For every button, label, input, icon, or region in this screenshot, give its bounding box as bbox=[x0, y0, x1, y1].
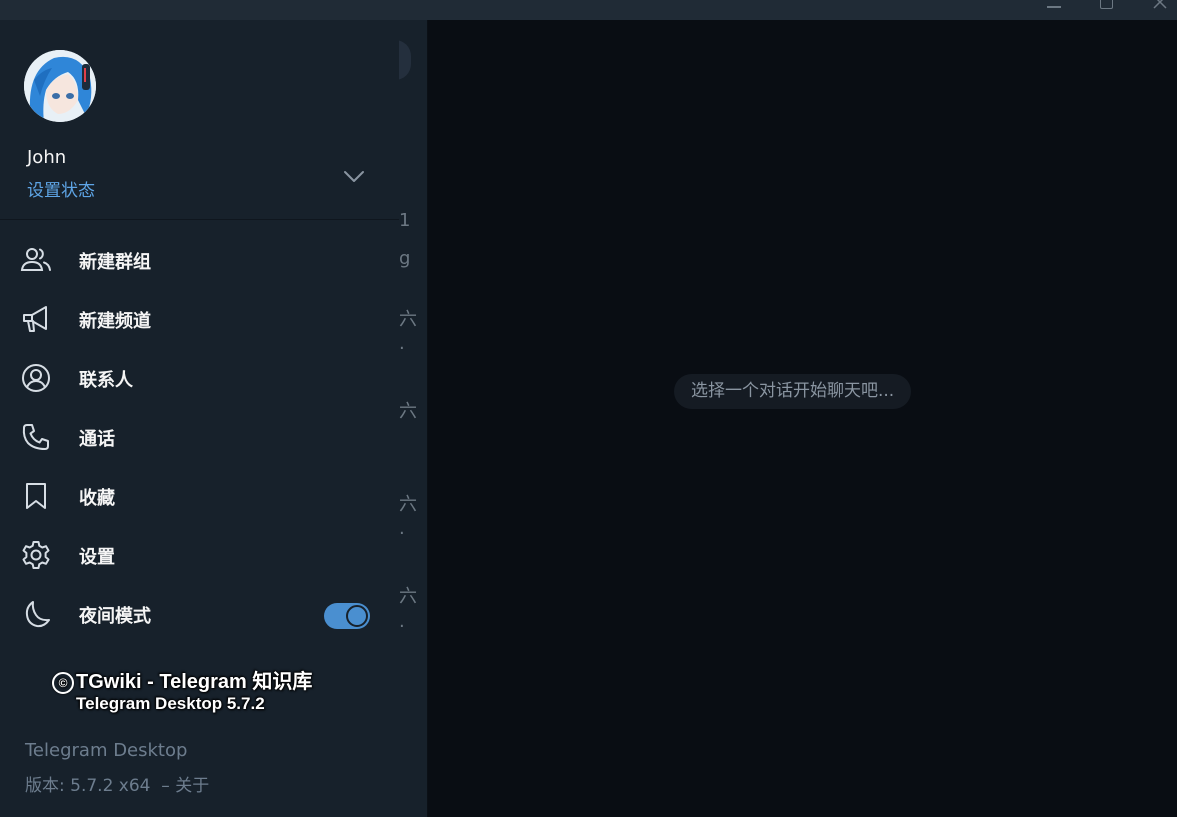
footer-app-name: Telegram Desktop bbox=[25, 740, 188, 761]
menu-item-label: 通话 bbox=[79, 429, 115, 450]
moon-icon bbox=[20, 598, 52, 630]
minimize-button[interactable] bbox=[1042, 0, 1066, 12]
watermark-title: TGwiki - Telegram 知识库 bbox=[76, 671, 313, 693]
maximize-icon bbox=[1100, 0, 1113, 9]
dialog-peek-text: 六 bbox=[399, 586, 417, 607]
menu-item-label: 收藏 bbox=[79, 488, 115, 509]
night-mode-toggle[interactable] bbox=[324, 603, 370, 629]
menu-item-label: 联系人 bbox=[79, 370, 133, 391]
search-field[interactable] bbox=[399, 40, 411, 80]
megaphone-icon bbox=[20, 303, 52, 335]
watermark: © TGwiki - Telegram 知识库 Telegram Desktop … bbox=[52, 665, 312, 714]
footer-version-line: 版本: 5.7.2 x64 – 关于 bbox=[25, 771, 209, 796]
dialog-peek-text: g bbox=[399, 248, 411, 269]
menu-item-label: 新建群组 bbox=[79, 252, 151, 273]
dialog-peek-text: · bbox=[399, 523, 405, 544]
empty-chat-placeholder: 选择一个对话开始聊天吧... bbox=[674, 374, 912, 409]
menu-item-label: 设置 bbox=[79, 547, 115, 568]
dialog-peek-text: · bbox=[399, 616, 405, 637]
menu-item-new-channel[interactable]: 新建频道 bbox=[0, 289, 399, 348]
separator bbox=[0, 219, 399, 220]
chevron-down-icon bbox=[344, 171, 364, 182]
menu-item-saved[interactable]: 收藏 bbox=[0, 466, 399, 525]
dialog-peek-text: 六 bbox=[399, 401, 417, 422]
title-bar bbox=[0, 0, 1177, 20]
set-status-link[interactable]: 设置状态 bbox=[27, 176, 95, 201]
watermark-line1: © TGwiki - Telegram 知识库 bbox=[52, 665, 312, 694]
menu-item-calls[interactable]: 通话 bbox=[0, 407, 399, 466]
phone-icon bbox=[20, 421, 52, 453]
maximize-button[interactable] bbox=[1095, 0, 1119, 12]
toggle-knob bbox=[346, 605, 368, 627]
avatar[interactable] bbox=[24, 50, 96, 122]
bookmark-icon bbox=[20, 480, 52, 512]
chat-area[interactable]: 选择一个对话开始聊天吧... bbox=[428, 20, 1177, 817]
main-menu-drawer: John 设置状态 新建群组 新建频道 联系人 通话 收藏 设置 夜间模式 © … bbox=[0, 20, 399, 817]
gear-icon bbox=[20, 539, 52, 571]
close-icon bbox=[1153, 0, 1167, 9]
menu-item-label: 新建频道 bbox=[79, 311, 151, 332]
about-link[interactable]: – 关于 bbox=[161, 776, 209, 796]
copyright-icon: © bbox=[52, 672, 74, 694]
dialog-peek-text: · bbox=[399, 338, 405, 359]
accounts-expand-button[interactable] bbox=[341, 163, 367, 189]
version-text: 版本: 5.7.2 x64 bbox=[25, 776, 151, 796]
close-button[interactable] bbox=[1148, 0, 1172, 12]
avatar-image bbox=[24, 50, 96, 122]
dialog-peek-text: 六 bbox=[399, 309, 417, 330]
telegram-window: 1 g 六 · 六 六 · 六 · 选择一个对话开始聊天吧... John 设置… bbox=[0, 0, 1177, 817]
menu-item-label: 夜间模式 bbox=[79, 606, 151, 627]
dialogs-column[interactable]: 1 g 六 · 六 六 · 六 · bbox=[399, 20, 427, 817]
users-icon bbox=[20, 244, 52, 276]
watermark-line2: Telegram Desktop 5.7.2 bbox=[76, 694, 265, 713]
menu-item-contacts[interactable]: 联系人 bbox=[0, 348, 399, 407]
minimize-icon bbox=[1047, 6, 1061, 8]
dialog-peek-text: 1 bbox=[399, 210, 411, 231]
menu-item-new-group[interactable]: 新建群组 bbox=[0, 230, 399, 289]
menu-item-settings[interactable]: 设置 bbox=[0, 525, 399, 584]
user-name: John bbox=[27, 147, 67, 168]
user-circle-icon bbox=[20, 362, 52, 394]
dialog-peek-text: 六 bbox=[399, 494, 417, 515]
menu-item-night-mode[interactable]: 夜间模式 bbox=[0, 584, 399, 643]
